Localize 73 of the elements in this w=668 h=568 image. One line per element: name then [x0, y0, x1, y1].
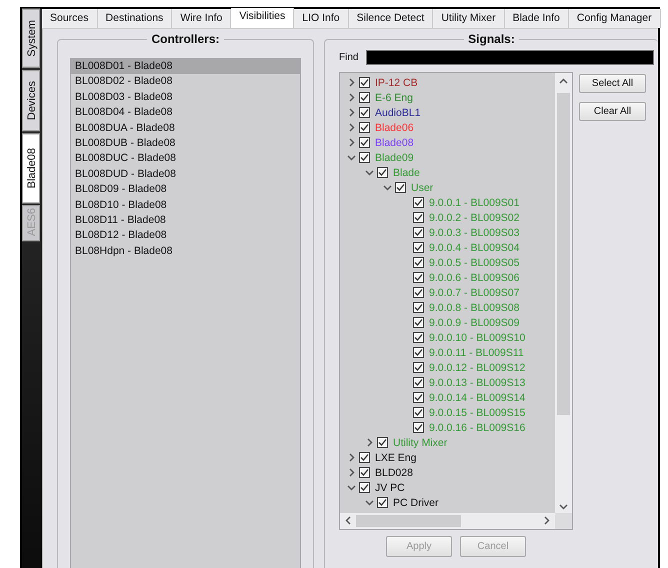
checkbox[interactable] — [413, 257, 424, 268]
checkbox[interactable] — [377, 497, 388, 508]
checkbox[interactable] — [413, 302, 424, 313]
controller-item[interactable]: BL08D10 - Blade08 — [71, 198, 300, 214]
checkbox[interactable] — [359, 107, 370, 118]
checkbox[interactable] — [359, 122, 370, 133]
vertical-scrollbar[interactable] — [555, 73, 572, 513]
checkbox[interactable] — [413, 272, 424, 283]
tab[interactable]: Config Manager — [568, 9, 661, 28]
tab[interactable]: Sources — [42, 9, 98, 28]
controller-item[interactable]: BL08D12 - Blade08 — [71, 228, 300, 244]
tab[interactable]: Utility Mixer — [433, 9, 505, 28]
side-tab[interactable]: Blade08 — [22, 132, 40, 204]
checkbox[interactable] — [413, 422, 424, 433]
signal-label[interactable]: LXE Eng — [375, 452, 416, 464]
signal-label[interactable]: AudioBL1 — [375, 106, 421, 118]
signal-label[interactable]: JV PC — [375, 482, 405, 494]
controller-item[interactable]: BL008D01 - Blade08 — [71, 59, 300, 74]
controller-item[interactable]: BL008D03 - Blade08 — [71, 90, 300, 106]
controller-item[interactable]: BL008DUB - Blade08 — [71, 136, 300, 152]
group-title: Signals: — [464, 32, 519, 46]
scroll-right-icon[interactable] — [542, 516, 551, 525]
checkbox[interactable] — [413, 332, 424, 343]
scroll-up-icon[interactable] — [559, 77, 568, 86]
checkbox[interactable] — [413, 377, 424, 388]
controller-item[interactable]: BL008DUD - Blade08 — [71, 166, 300, 182]
controller-item[interactable]: BL008D04 - Blade08 — [71, 105, 300, 121]
scroll-left-icon[interactable] — [344, 516, 353, 525]
side-tab[interactable]: Devices — [22, 70, 40, 131]
side-button[interactable]: Clear All — [579, 102, 646, 121]
checkbox[interactable] — [413, 227, 424, 238]
side-button[interactable]: Select All — [579, 74, 646, 93]
controller-item[interactable]: BL008DUA - Blade08 — [71, 120, 300, 136]
controller-item[interactable]: BL008DUC - Blade08 — [71, 151, 300, 167]
find-field[interactable] — [366, 50, 654, 65]
checkbox[interactable] — [359, 77, 370, 88]
checkbox[interactable] — [413, 242, 424, 253]
checkbox[interactable] — [359, 137, 370, 148]
signal-label[interactable]: IP-12 CB — [375, 76, 418, 88]
side-tab[interactable]: System — [22, 9, 40, 68]
checkbox[interactable] — [359, 482, 370, 493]
checkbox[interactable] — [359, 92, 370, 103]
checkbox[interactable] — [359, 467, 370, 478]
tab[interactable]: Visibilities — [231, 8, 294, 28]
checkbox[interactable] — [359, 452, 370, 463]
tab[interactable]: Wire Info — [172, 9, 232, 28]
checkbox[interactable] — [413, 407, 424, 418]
controller-item[interactable]: BL08D11 - Blade08 — [71, 213, 300, 228]
controller-item[interactable]: BL08D09 - Blade08 — [71, 182, 300, 198]
horizontal-scrollbar[interactable] — [340, 513, 555, 529]
find-label: Find — [339, 52, 358, 63]
tab[interactable]: Destinations — [98, 9, 172, 28]
checkbox[interactable] — [413, 287, 424, 298]
checkbox[interactable] — [413, 212, 424, 223]
scroll-down-icon[interactable] — [559, 502, 568, 511]
checkbox[interactable] — [413, 392, 424, 403]
tab[interactable]: Blade Info — [504, 9, 569, 28]
checkbox[interactable] — [413, 197, 424, 208]
controller-item[interactable]: BL008D02 - Blade08 — [71, 74, 300, 90]
group-title: Controllers: — [147, 32, 224, 46]
checkbox[interactable] — [413, 362, 424, 373]
checkbox[interactable] — [395, 182, 406, 193]
scrollbar-corner — [555, 513, 572, 529]
checkbox[interactable] — [359, 152, 370, 163]
checkbox[interactable] — [413, 317, 424, 328]
tab[interactable]: LIO Info — [294, 9, 349, 28]
controller-item[interactable]: BL08Hdpn - Blade08 — [71, 244, 300, 260]
checkbox[interactable] — [413, 347, 424, 358]
signal-label[interactable]: BLD028 — [375, 466, 413, 478]
tab[interactable]: Silence Detect — [348, 9, 434, 28]
signal-label[interactable]: PC Driver — [393, 496, 439, 508]
checkbox[interactable] — [377, 437, 388, 448]
checkbox[interactable] — [377, 167, 388, 178]
